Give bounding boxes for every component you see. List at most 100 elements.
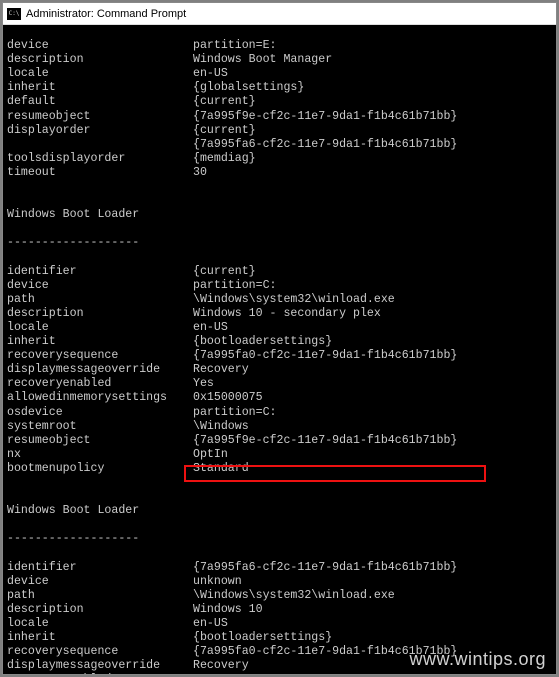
output-value: Yes — [193, 673, 552, 674]
output-key: recoverysequence — [7, 645, 193, 659]
output-value: Windows 10 - secondary plex — [193, 307, 552, 321]
output-key: path — [7, 293, 193, 307]
output-key: recoveryenabled — [7, 377, 193, 391]
output-value: partition=E: — [193, 39, 552, 53]
output-key: device — [7, 575, 193, 589]
output-key: bootmenupolicy — [7, 462, 193, 476]
output-row: localeen-US — [7, 321, 552, 335]
output-row: recoverysequence{7a995fa0-cf2c-11e7-9da1… — [7, 645, 552, 659]
output-row: recoveryenabledYes — [7, 673, 552, 674]
output-value: unknown — [193, 575, 552, 589]
output-value: {memdiag} — [193, 152, 552, 166]
output-row: path\Windows\system32\winload.exe — [7, 589, 552, 603]
output-row: displayorder{current} — [7, 124, 552, 138]
output-row: descriptionWindows 10 — [7, 603, 552, 617]
output-key: device — [7, 279, 193, 293]
output-value: Windows 10 — [193, 603, 552, 617]
output-key: path — [7, 589, 193, 603]
output-key: device — [7, 39, 193, 53]
output-row: inherit{bootloadersettings} — [7, 631, 552, 645]
output-value: en-US — [193, 321, 552, 335]
output-key: resumeobject — [7, 110, 193, 124]
output-key: inherit — [7, 81, 193, 95]
output-key: displaymessageoverride — [7, 363, 193, 377]
output-value: partition=C: — [193, 279, 552, 293]
output-row: displaymessageoverrideRecovery — [7, 363, 552, 377]
output-row: timeout30 — [7, 166, 552, 180]
output-value: en-US — [193, 617, 552, 631]
section-header: Windows Boot Loader — [7, 504, 552, 518]
output-row: resumeobject{7a995f9e-cf2c-11e7-9da1-f1b… — [7, 110, 552, 124]
output-row: bootmenupolicyStandard — [7, 462, 552, 476]
output-value: Windows Boot Manager — [193, 53, 552, 67]
output-row: path\Windows\system32\winload.exe — [7, 293, 552, 307]
output-value: 30 — [193, 166, 552, 180]
output-value: {7a995fa0-cf2c-11e7-9da1-f1b4c61b71bb} — [193, 349, 552, 363]
output-row: localeen-US — [7, 617, 552, 631]
output-row: resumeobject{7a995f9e-cf2c-11e7-9da1-f1b… — [7, 434, 552, 448]
output-key: description — [7, 53, 193, 67]
output-key: timeout — [7, 166, 193, 180]
output-value: partition=C: — [193, 406, 552, 420]
output-value: {7a995f9e-cf2c-11e7-9da1-f1b4c61b71bb} — [193, 434, 552, 448]
output-value: {7a995f9e-cf2c-11e7-9da1-f1b4c61b71bb} — [193, 110, 552, 124]
output-value: {globalsettings} — [193, 81, 552, 95]
output-key: default — [7, 95, 193, 109]
output-row: allowedinmemorysettings0x15000075 — [7, 391, 552, 405]
output-row: identifier{7a995fa6-cf2c-11e7-9da1-f1b4c… — [7, 561, 552, 575]
output-row: {7a995fa6-cf2c-11e7-9da1-f1b4c61b71bb} — [7, 138, 552, 152]
output-key: inherit — [7, 631, 193, 645]
window-title: Administrator: Command Prompt — [26, 8, 186, 20]
output-value: {current} — [193, 265, 552, 279]
output-value: {current} — [193, 124, 552, 138]
output-key: identifier — [7, 561, 193, 575]
output-row: inherit{globalsettings} — [7, 81, 552, 95]
titlebar[interactable]: Administrator: Command Prompt — [3, 3, 556, 25]
output-value: {bootloadersettings} — [193, 631, 552, 645]
output-row: systemroot\Windows — [7, 420, 552, 434]
output-key: displayorder — [7, 124, 193, 138]
output-row: deviceunknown — [7, 575, 552, 589]
output-row: identifier{current} — [7, 265, 552, 279]
output-key: identifier — [7, 265, 193, 279]
output-value: en-US — [193, 67, 552, 81]
output-value: {bootloadersettings} — [193, 335, 552, 349]
section-divider: ------------------- — [7, 532, 552, 546]
output-key: inherit — [7, 335, 193, 349]
output-value: {current} — [193, 95, 552, 109]
section-header: Windows Boot Loader — [7, 208, 552, 222]
output-key: locale — [7, 321, 193, 335]
output-key: osdevice — [7, 406, 193, 420]
cmd-icon — [7, 8, 21, 20]
output-key — [7, 138, 193, 152]
output-key: systemroot — [7, 420, 193, 434]
terminal-output[interactable]: devicepartition=E:descriptionWindows Boo… — [3, 25, 556, 674]
output-row: osdevicepartition=C: — [7, 406, 552, 420]
output-row: devicepartition=C: — [7, 279, 552, 293]
output-value: \Windows\system32\winload.exe — [193, 589, 552, 603]
output-key: toolsdisplayorder — [7, 152, 193, 166]
output-key: locale — [7, 67, 193, 81]
output-key: locale — [7, 617, 193, 631]
output-row: displaymessageoverrideRecovery — [7, 659, 552, 673]
section-divider: ------------------- — [7, 236, 552, 250]
output-key: allowedinmemorysettings — [7, 391, 193, 405]
output-key: description — [7, 603, 193, 617]
output-value: {7a995fa6-cf2c-11e7-9da1-f1b4c61b71bb} — [193, 138, 552, 152]
output-key: displaymessageoverride — [7, 659, 193, 673]
output-row: inherit{bootloadersettings} — [7, 335, 552, 349]
output-row: descriptionWindows 10 - secondary plex — [7, 307, 552, 321]
output-row: localeen-US — [7, 67, 552, 81]
output-value: Yes — [193, 377, 552, 391]
output-value: Standard — [193, 462, 552, 476]
output-key: recoveryenabled — [7, 673, 193, 674]
output-key: recoverysequence — [7, 349, 193, 363]
output-row: devicepartition=E: — [7, 39, 552, 53]
output-value: {7a995fa0-cf2c-11e7-9da1-f1b4c61b71bb} — [193, 645, 552, 659]
output-value: \Windows\system32\winload.exe — [193, 293, 552, 307]
output-row: toolsdisplayorder{memdiag} — [7, 152, 552, 166]
output-row: nxOptIn — [7, 448, 552, 462]
output-value: Recovery — [193, 659, 552, 673]
output-key: nx — [7, 448, 193, 462]
output-row: descriptionWindows Boot Manager — [7, 53, 552, 67]
